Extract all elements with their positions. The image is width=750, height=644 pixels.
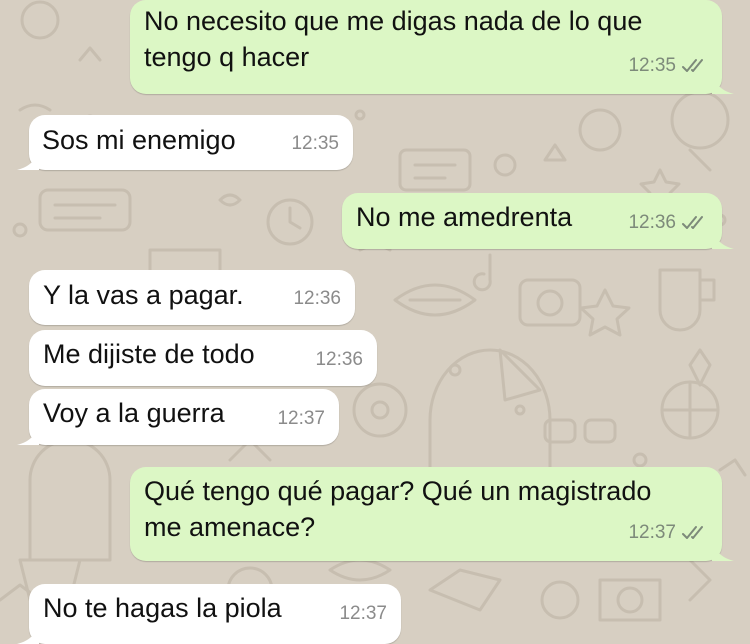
- double-check-icon: [682, 58, 708, 74]
- bubble-tail: [712, 539, 734, 561]
- message-time: 12:35: [291, 133, 339, 154]
- message-text: Sos mi enemigo: [42, 125, 236, 155]
- message-bubble-incoming[interactable]: No te hagas la piola 12:37: [17, 584, 401, 644]
- message-text: No necesito que me digas nada de lo que …: [144, 6, 643, 72]
- message-bubble-outgoing[interactable]: Qué tengo qué pagar? Qué un magistrado m…: [130, 467, 734, 561]
- message-meta: 12:36: [628, 205, 708, 241]
- double-check-icon: [682, 525, 708, 541]
- message-meta: 12:35: [628, 48, 708, 84]
- message-text: Y la vas a pagar.: [43, 280, 244, 310]
- message-meta: 12:36: [293, 281, 341, 317]
- double-check-icon: [682, 215, 708, 231]
- message-time: 12:36: [628, 212, 676, 233]
- message-time: 12:37: [628, 522, 676, 543]
- message-text: No me amedrenta: [356, 202, 573, 232]
- message-text: Voy a la guerra: [43, 398, 225, 428]
- message-meta: 12:35: [291, 126, 339, 162]
- message-text: Qué tengo qué pagar? Qué un magistrado m…: [144, 476, 652, 542]
- bubble-tail: [712, 227, 734, 249]
- bubble-tail: [17, 148, 39, 170]
- message-time: 12:36: [315, 349, 363, 370]
- message-time: 12:35: [628, 55, 676, 76]
- bubble-tail: [712, 72, 734, 94]
- message-bubble-incoming[interactable]: Me dijiste de todo 12:36: [29, 330, 377, 386]
- message-meta: 12:37: [628, 515, 708, 551]
- message-meta: 12:37: [277, 401, 325, 437]
- message-text: No te hagas la piola: [43, 593, 282, 623]
- message-text: Me dijiste de todo: [43, 339, 255, 369]
- message-bubble-incoming[interactable]: Y la vas a pagar. 12:36: [29, 270, 355, 325]
- message-bubble-incoming[interactable]: Voy a la guerra 12:37: [17, 389, 339, 445]
- message-meta: 12:37: [339, 596, 387, 632]
- message-meta: 12:36: [315, 342, 363, 378]
- message-bubble-outgoing[interactable]: No me amedrenta 12:36: [342, 193, 734, 249]
- message-time: 12:37: [277, 408, 325, 429]
- message-bubble-outgoing[interactable]: No necesito que me digas nada de lo que …: [130, 0, 734, 94]
- message-time: 12:37: [339, 603, 387, 624]
- bubble-tail: [17, 622, 39, 644]
- bubble-tail: [17, 423, 39, 445]
- message-time: 12:36: [293, 288, 341, 309]
- message-bubble-incoming[interactable]: Sos mi enemigo 12:35: [17, 115, 353, 170]
